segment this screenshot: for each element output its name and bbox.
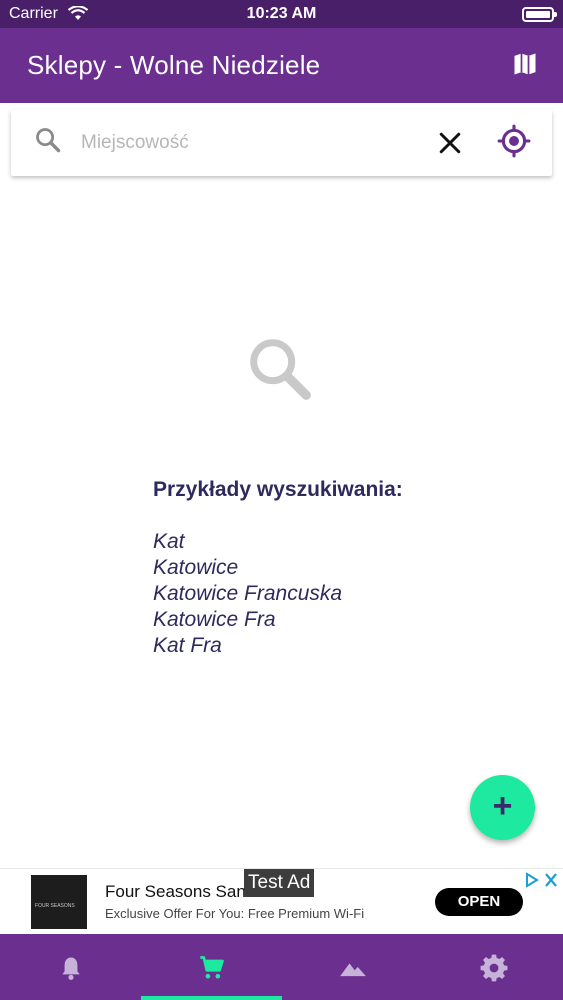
search-icon: [36, 128, 61, 153]
tab-shops[interactable]: [141, 934, 282, 1000]
examples-heading: Przykłady wyszukiwania:: [153, 478, 403, 501]
adchoices-icon[interactable]: [524, 871, 560, 889]
mountains-icon: [340, 963, 366, 977]
crosshair-location-icon[interactable]: [497, 124, 531, 158]
app-title: Sklepy - Wolne Niedziele: [27, 50, 321, 80]
bell-icon: [62, 957, 80, 980]
ad-title[interactable]: Four Seasons San: [105, 882, 246, 902]
logo-text: FOUR SEASONS: [35, 903, 75, 909]
tab-landscape[interactable]: [282, 934, 423, 1000]
example-item: Kat Fra: [153, 634, 222, 657]
example-item: Kat: [153, 530, 185, 553]
search-bar: [11, 110, 552, 176]
add-button[interactable]: +: [470, 775, 535, 840]
gear-icon: [480, 954, 508, 982]
bottom-navigation: [0, 934, 563, 1000]
example-item: Katowice Francuska: [153, 582, 343, 605]
city-search-input[interactable]: [81, 128, 411, 158]
map-icon[interactable]: [511, 50, 539, 78]
plus-icon: +: [492, 787, 513, 825]
advertiser-logo: FOUR SEASONS: [31, 875, 87, 929]
search-examples: Przykłady wyszukiwania: Kat Katowice Kat…: [153, 478, 403, 659]
tab-settings[interactable]: [423, 934, 563, 1000]
ad-subtitle: Exclusive Offer For You: Free Premium Wi…: [105, 906, 365, 921]
ad-banner[interactable]: FOUR SEASONS Four Seasons San Exclusive …: [0, 868, 563, 934]
example-item: Katowice Fra: [153, 608, 276, 631]
cart-icon: [200, 956, 224, 979]
status-bar: Carrier 10:23 AM: [0, 0, 563, 28]
ad-open-button[interactable]: OPEN: [435, 888, 523, 916]
example-item: Katowice: [153, 556, 239, 579]
search-icon: [250, 339, 311, 400]
app-bar: Sklepy - Wolne Niedziele: [0, 28, 563, 103]
battery-icon: [522, 7, 557, 22]
test-ad-badge: Test Ad: [244, 869, 315, 897]
close-icon[interactable]: [435, 128, 465, 158]
clock: 10:23 AM: [246, 5, 317, 22]
tab-notifications[interactable]: [0, 934, 141, 1000]
